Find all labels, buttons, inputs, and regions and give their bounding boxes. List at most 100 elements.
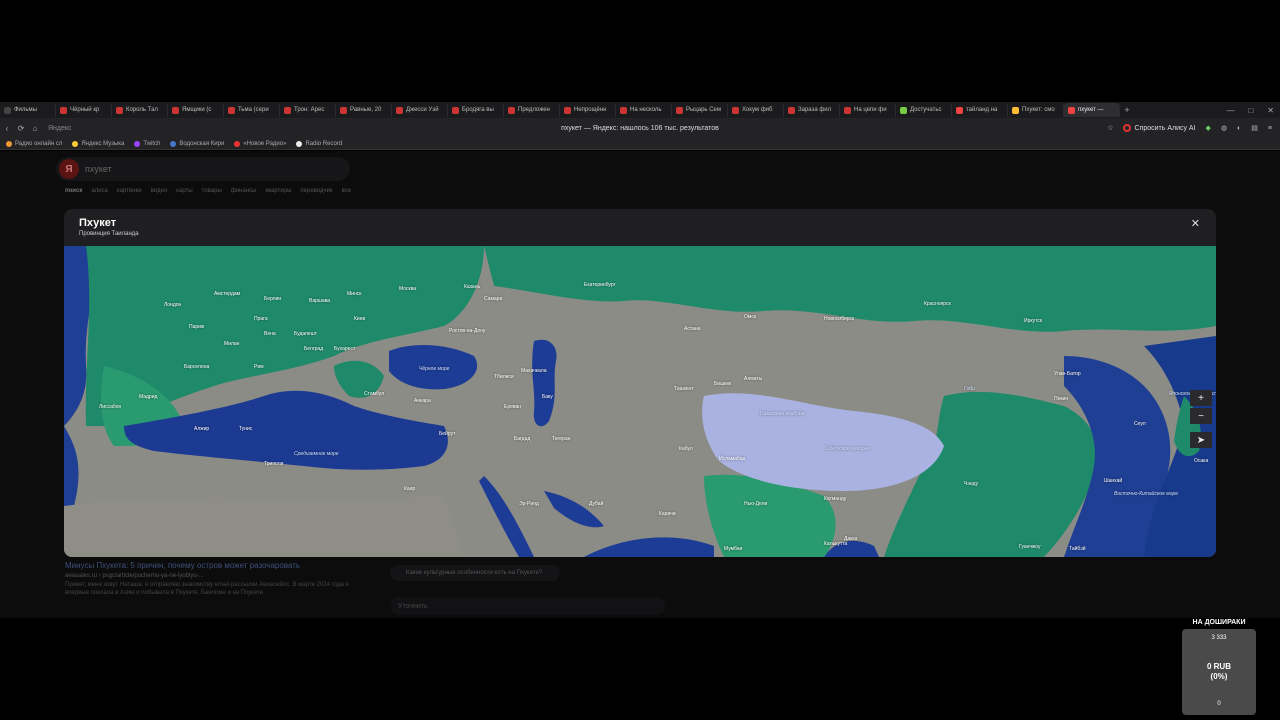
bookmark-icon[interactable]: ☆	[1107, 124, 1113, 132]
tab-favicon-icon	[228, 106, 235, 114]
tab-label: Хокум фиб	[742, 107, 773, 113]
donation-percent: (0%)	[1210, 672, 1228, 681]
map-label-vienna: Вена	[264, 331, 276, 337]
map-label-lisbon: Лиссабон	[99, 404, 122, 410]
search-tab[interactable]: картинки	[117, 188, 142, 194]
browser-tab[interactable]: Фильмы	[0, 103, 56, 117]
bookmark-item[interactable]: Радио онлайн сл	[6, 140, 62, 147]
browser-tab[interactable]: Хокум фиб	[728, 103, 784, 117]
search-tab[interactable]: финансы	[231, 188, 257, 194]
zoom-out-button[interactable]: −	[1190, 408, 1212, 424]
tab-favicon-icon	[1012, 106, 1019, 114]
bookmark-item[interactable]: «Новое Радио»	[234, 140, 287, 147]
map-label-makhachkala: Махачкала	[521, 368, 547, 374]
search-input[interactable]: Я пхукет	[56, 157, 350, 181]
search-tab[interactable]: товары	[202, 188, 222, 194]
browser-tab[interactable]: Чёрный кр	[56, 103, 112, 117]
close-icon[interactable]: ✕	[1191, 217, 1200, 230]
tab-favicon-icon	[4, 106, 11, 114]
browser-tab[interactable]: Джесси Уэй	[392, 103, 448, 117]
search-tab[interactable]: все	[342, 188, 351, 194]
map-label-barcelona: Барселона	[184, 364, 210, 370]
browser-tab[interactable]: На цепи фи	[840, 103, 896, 117]
menu-icon[interactable]: ≡	[1268, 125, 1272, 132]
browser-tab[interactable]: пхукет —	[1064, 103, 1120, 117]
map-label-tbilisi: Тбилиси	[494, 374, 514, 380]
bookmark-item[interactable]: Twitch	[134, 140, 160, 147]
map-label-islamabad: Исламабад	[719, 456, 746, 462]
map-label-kazan: Казань	[464, 284, 481, 290]
browser-tab[interactable]: Рыцарь Сем	[672, 103, 728, 117]
search-query: пхукет	[85, 164, 112, 174]
ai-input[interactable]: Уточнить	[390, 597, 665, 615]
address-title[interactable]: пхукет — Яндекс: нашлось 106 тыс. резуль…	[0, 125, 1280, 132]
map-label-yerevan: Ереван	[504, 404, 522, 410]
tab-favicon-icon	[284, 106, 291, 114]
locate-button[interactable]: ➤	[1190, 432, 1212, 448]
map-label-istanbul: Стамбул	[364, 391, 385, 397]
zoom-in-button[interactable]: +	[1190, 390, 1212, 406]
browser-tab[interactable]: Равные, 20	[336, 103, 392, 117]
map-label-east-china-sea: Восточно-Китайское море	[1114, 491, 1179, 497]
tab-favicon-icon	[340, 106, 347, 114]
bookmark-label: «Новое Радио»	[243, 140, 287, 147]
search-tab[interactable]: видео	[151, 188, 168, 194]
ai-suggested-question[interactable]: Какие культурные особенности есть на Пху…	[390, 565, 560, 581]
result-url[interactable]: aviasales.ru › psgc/article/pochemu-ya-n…	[65, 573, 204, 579]
search-tab[interactable]: переводчик	[300, 188, 332, 194]
browser-tab[interactable]: Достучатьс	[896, 103, 952, 117]
shield-icon[interactable]: ◆	[1206, 124, 1211, 132]
map-label-riyadh: Эр-Рияд	[519, 501, 539, 507]
map-label-astana: Астана	[684, 326, 701, 332]
bookmark-item[interactable]: Radio Record	[296, 140, 342, 147]
map-label-baku: Баку	[542, 394, 553, 400]
minimize-icon[interactable]: —	[1226, 106, 1234, 115]
donation-min: 0	[1217, 701, 1221, 707]
search-tab[interactable]: поиск	[65, 188, 82, 194]
map-label-shanghai: Шанхай	[1104, 478, 1123, 484]
browser-tab[interactable]: Зараза фил	[784, 103, 840, 117]
tab-label: Ямщики (с	[182, 107, 212, 113]
map-label-algiers: Алжир	[194, 426, 210, 432]
sound-icon[interactable]: ◐	[1237, 125, 1241, 132]
browser-tab[interactable]: Король Тал	[112, 103, 168, 117]
browser-tab[interactable]: Пхукет: смо	[1008, 103, 1064, 117]
new-tab-button[interactable]: +	[1120, 105, 1134, 115]
browser-tab[interactable]: Тьма (сери	[224, 103, 280, 117]
map-label-osaka: Осака	[1194, 458, 1209, 464]
search-tab[interactable]: алиса	[91, 188, 108, 194]
browser-tab[interactable]: Непрощённ	[560, 103, 616, 117]
globe-icon[interactable]: ◍	[1221, 124, 1227, 132]
tab-label: Равные, 20	[350, 107, 382, 113]
tab-label: Чёрный кр	[70, 107, 100, 113]
result-title[interactable]: Минусы Пхукета: 5 причин, почему остров …	[65, 561, 300, 570]
map-label-chengdu: Чэнду	[964, 481, 979, 487]
browser-tab[interactable]: На несколь	[616, 103, 672, 117]
browser-tab[interactable]: Ямщики (с	[168, 103, 224, 117]
tab-label: Джесси Уэй	[406, 107, 439, 113]
browser-tab[interactable]: Бродяга вы	[448, 103, 504, 117]
bookmark-item[interactable]: Яндекс Музыка	[72, 140, 124, 147]
bookmarks-bar: Радио онлайн сл Яндекс Музыка Twitch Водонс…	[0, 138, 1280, 150]
map-label-budapest: Будапешт	[294, 331, 317, 337]
map-label-gobi: Гоби	[964, 386, 975, 392]
maximize-icon[interactable]: □	[1248, 106, 1253, 115]
browser-tab[interactable]: Трон: Арес	[280, 103, 336, 117]
ask-alice-button[interactable]: Спросить Алису AI	[1123, 124, 1196, 132]
donation-amount: 0 RUB	[1206, 662, 1231, 671]
close-window-icon[interactable]: ✕	[1267, 106, 1274, 115]
address-right-tools: ☆ Спросить Алису AI ◆ ◍ ◐ ▤ ≡	[1107, 124, 1272, 132]
extensions-icon[interactable]: ▤	[1251, 124, 1258, 132]
search-tab[interactable]: квартиры	[265, 188, 291, 194]
browser-tab[interactable]: тайланд на	[952, 103, 1008, 117]
map-label-berlin: Берлин	[264, 296, 282, 302]
map-label-tashkent: Ташкент	[674, 386, 694, 392]
address-bar: ‹ ⟳ ⌂ Яндекс пхукет — Яндекс: нашлось 10…	[0, 118, 1280, 138]
map[interactable]: Лондон Амстердам Берлин Варшава Минск Москва К…	[64, 246, 1216, 557]
browser-tab[interactable]: Предложен	[504, 103, 560, 117]
tab-favicon-icon	[620, 106, 627, 114]
bookmark-item[interactable]: Водонская Кири	[170, 140, 224, 147]
search-tab[interactable]: карты	[176, 188, 192, 194]
yandex-logo[interactable]: Я	[59, 159, 79, 179]
map-label-milan: Милан	[224, 341, 240, 347]
